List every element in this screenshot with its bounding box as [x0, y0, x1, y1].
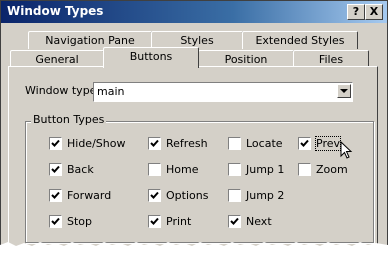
- close-button[interactable]: X: [365, 4, 383, 20]
- checkbox-label-forward[interactable]: Forward: [67, 189, 111, 202]
- chevron-down-icon[interactable]: [337, 84, 351, 98]
- checkbox-label-hide-show[interactable]: Hide/Show: [67, 137, 125, 150]
- checkbox-options[interactable]: [148, 189, 161, 202]
- tab-buttons[interactable]: Buttons: [103, 47, 199, 68]
- window-title: Window Types: [7, 4, 104, 18]
- button-types-title: Button Types: [31, 113, 107, 126]
- checkbox-hide-show[interactable]: [49, 137, 62, 150]
- checkbox-label-zoom[interactable]: Zoom: [316, 163, 348, 176]
- checkbox-jump-2[interactable]: [228, 189, 241, 202]
- checkbox-label-home[interactable]: Home: [166, 163, 198, 176]
- checkbox-locate[interactable]: [228, 137, 241, 150]
- checkbox-label-prev[interactable]: Prev: [315, 136, 341, 151]
- help-button[interactable]: ?: [347, 4, 365, 20]
- checkbox-label-print[interactable]: Print: [166, 215, 191, 228]
- checkbox-label-next[interactable]: Next: [246, 215, 272, 228]
- checkbox-label-stop[interactable]: Stop: [67, 215, 92, 228]
- window-type-value: main: [97, 85, 125, 98]
- window-type-select[interactable]: main: [93, 82, 353, 102]
- checkmark-icon: [150, 191, 159, 199]
- checkbox-label-back[interactable]: Back: [67, 163, 94, 176]
- checkbox-back[interactable]: [49, 163, 62, 176]
- checkmark-icon: [51, 217, 60, 225]
- checkbox-forward[interactable]: [49, 189, 62, 202]
- checkmark-icon: [230, 217, 239, 225]
- checkbox-label-jump-2[interactable]: Jump 2: [246, 189, 284, 202]
- checkmark-icon: [51, 139, 60, 147]
- checkbox-jump-1[interactable]: [228, 163, 241, 176]
- checkbox-home[interactable]: [148, 163, 161, 176]
- checkbox-label-locate[interactable]: Locate: [246, 137, 283, 150]
- checkbox-prev[interactable]: [298, 137, 311, 150]
- window-type-label: Window type:: [25, 84, 101, 97]
- checkbox-print[interactable]: [148, 215, 161, 228]
- mouse-pointer-icon: [340, 141, 353, 159]
- checkmark-icon: [51, 165, 60, 173]
- checkbox-stop[interactable]: [49, 215, 62, 228]
- torn-edge: [0, 242, 388, 253]
- title-bar: Window Types ? X: [1, 1, 387, 23]
- checkbox-label-options[interactable]: Options: [166, 189, 208, 202]
- checkmark-icon: [51, 191, 60, 199]
- checkmark-icon: [150, 139, 159, 147]
- checkbox-zoom[interactable]: [298, 163, 311, 176]
- tab-extended-styles[interactable]: Extended Styles: [242, 31, 358, 49]
- checkmark-icon: [300, 139, 309, 147]
- checkbox-next[interactable]: [228, 215, 241, 228]
- checkbox-refresh[interactable]: [148, 137, 161, 150]
- checkmark-icon: [150, 217, 159, 225]
- checkbox-label-refresh[interactable]: Refresh: [166, 137, 208, 150]
- checkbox-label-jump-1[interactable]: Jump 1: [246, 163, 284, 176]
